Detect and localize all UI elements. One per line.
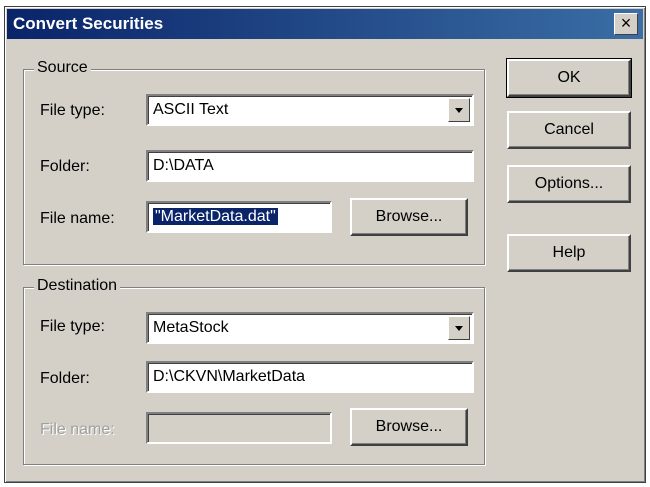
chevron-down-icon[interactable]	[448, 98, 470, 122]
source-legend: Source	[34, 59, 91, 77]
close-icon[interactable]: ×	[614, 13, 638, 35]
source-file-name-input[interactable]: "MarketData.dat"	[146, 201, 332, 233]
convert-securities-dialog: Convert Securities × Source File type: A…	[4, 6, 646, 483]
destination-group: Destination File type: MetaStock Folder:…	[23, 277, 485, 465]
options-button[interactable]: Options...	[507, 165, 631, 203]
destination-file-type-label: File type:	[40, 318, 105, 335]
help-button[interactable]: Help	[507, 234, 631, 272]
source-file-type-value: ASCII Text	[153, 101, 229, 118]
source-file-name-label: File name:	[40, 210, 115, 227]
destination-file-type-select[interactable]: MetaStock	[146, 312, 474, 344]
destination-file-type-value: MetaStock	[153, 319, 229, 336]
dialog-title: Convert Securities	[13, 14, 164, 33]
ok-button[interactable]: OK	[506, 58, 632, 98]
destination-browse-button[interactable]: Browse...	[350, 408, 468, 446]
title-bar: Convert Securities ×	[7, 9, 643, 39]
source-browse-button[interactable]: Browse...	[350, 198, 468, 236]
selected-text: "MarketData.dat"	[153, 208, 278, 225]
chevron-down-icon[interactable]	[448, 316, 470, 340]
destination-folder-label: Folder:	[40, 370, 90, 387]
destination-file-name-input	[146, 412, 332, 444]
source-folder-input[interactable]: D:\DATA	[146, 150, 474, 182]
source-file-type-label: File type:	[40, 102, 105, 119]
destination-folder-input[interactable]: D:\CKVN\MarketData	[146, 361, 474, 393]
destination-legend: Destination	[34, 277, 121, 295]
source-folder-label: Folder:	[40, 158, 90, 175]
cancel-button[interactable]: Cancel	[507, 111, 631, 149]
source-group: Source File type: ASCII Text Folder: D:\…	[23, 59, 485, 265]
source-file-type-select[interactable]: ASCII Text	[146, 94, 474, 126]
destination-file-name-label: File name:	[40, 421, 115, 438]
